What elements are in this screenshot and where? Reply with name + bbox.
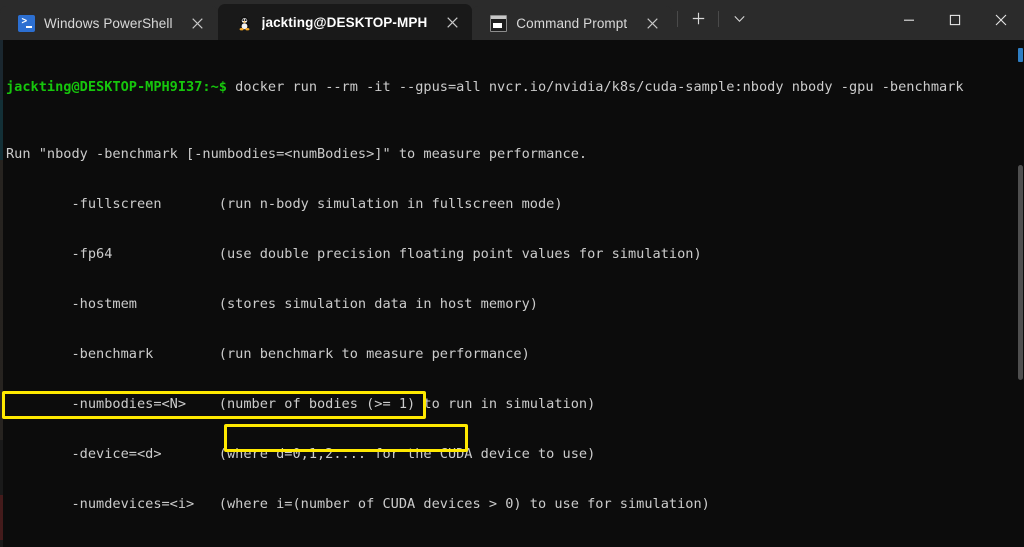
- tux-icon: [236, 14, 253, 31]
- close-tab-icon[interactable]: [186, 11, 210, 35]
- powershell-icon: [18, 14, 35, 32]
- command-prompt-icon: [490, 14, 508, 32]
- chevron-down-icon[interactable]: [724, 6, 754, 32]
- output-line: Run "nbody -benchmark [-numbodies=<numBo…: [6, 145, 588, 162]
- tab-label: Windows PowerShell: [44, 15, 173, 31]
- terminal-pane[interactable]: jackting@DESKTOP-MPH9I37:~$ docker run -…: [0, 40, 1024, 547]
- output-line: -hostmem (stores simulation data in host…: [6, 295, 538, 312]
- divider: [677, 10, 679, 27]
- tab-strip: Windows PowerShell: [0, 0, 820, 40]
- maximize-button[interactable]: [932, 1, 978, 39]
- tab-label: Command Prompt: [516, 15, 628, 31]
- output-line: -device=<d> (where d=0,1,2.... for the C…: [6, 445, 596, 462]
- terminal-window: Windows PowerShell: [0, 0, 1024, 547]
- tab-actions: [672, 0, 754, 40]
- shell-prompt-path: :~$: [202, 79, 227, 96]
- close-tab-icon[interactable]: [440, 10, 464, 34]
- output-line: -numbodies=<N> (number of bodies (>= 1) …: [6, 395, 596, 412]
- title-bar: Windows PowerShell: [0, 0, 1024, 40]
- tab-windows-powershell[interactable]: Windows PowerShell: [0, 6, 218, 40]
- output-line: -benchmark (run benchmark to measure per…: [6, 345, 530, 362]
- scrollbar-thumb[interactable]: [1018, 165, 1023, 380]
- close-tab-icon[interactable]: [640, 11, 664, 35]
- divider: [718, 10, 720, 27]
- shell-prompt: jackting@DESKTOP-MPH9I37: [6, 79, 203, 96]
- close-button[interactable]: [978, 1, 1024, 39]
- new-tab-icon[interactable]: [683, 6, 713, 32]
- command-text: docker run --rm -it --gpus=all nvcr.io/n…: [226, 79, 964, 96]
- scrollbar-mark: [1018, 48, 1023, 62]
- tab-jackting-desktop-mph[interactable]: jackting@DESKTOP-MPH: [217, 4, 473, 40]
- output-line: -numdevices=<i> (where i=(number of CUDA…: [6, 495, 710, 512]
- output-line: -fullscreen (run n-body simulation in fu…: [6, 195, 563, 212]
- minimize-button[interactable]: [886, 1, 932, 39]
- tab-label: jackting@DESKTOP-MPH: [261, 14, 428, 30]
- terminal-scrollbar[interactable]: [1017, 40, 1024, 547]
- output-line: -fp64 (use double precision floating poi…: [6, 245, 702, 262]
- tab-command-prompt[interactable]: Command Prompt: [472, 6, 673, 40]
- window-controls: [886, 0, 1024, 40]
- terminal-output: jackting@DESKTOP-MPH9I37:~$ docker run -…: [6, 46, 1024, 547]
- terminal-left-edge: [0, 40, 3, 547]
- command-line: jackting@DESKTOP-MPH9I37:~$ docker run -…: [6, 79, 1024, 96]
